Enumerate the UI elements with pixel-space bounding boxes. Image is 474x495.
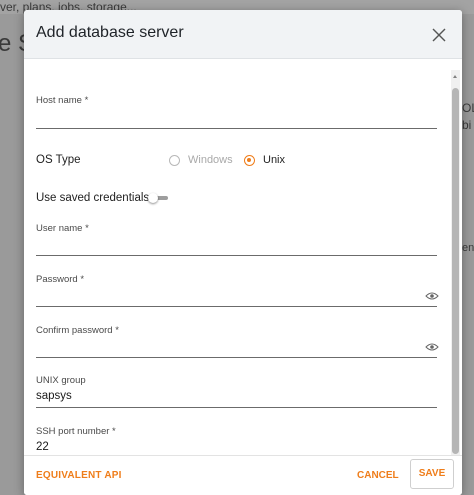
ssh-port-value: 22 (36, 441, 49, 453)
add-database-server-dialog: Add database server Host name * OS Type … (24, 10, 462, 495)
password-label: Password * (36, 274, 85, 285)
saved-credentials-label: Use saved credentials (36, 192, 150, 204)
background-side-text-2: bi (462, 118, 472, 132)
user-name-input[interactable] (36, 255, 437, 256)
cancel-button[interactable]: CANCEL (357, 470, 399, 481)
confirm-password-label: Confirm password * (36, 325, 119, 336)
save-button[interactable]: SAVE (410, 459, 454, 489)
dialog-footer: EQUIVALENT API CANCEL SAVE (24, 455, 462, 495)
host-name-input[interactable] (36, 128, 437, 129)
unix-group-value: sapsys (36, 390, 72, 402)
os-unix-radio[interactable] (244, 155, 255, 166)
scroll-up-arrow-icon[interactable] (451, 70, 460, 84)
background-side-text: OL bi (462, 100, 474, 134)
unix-group-input[interactable] (36, 407, 437, 408)
host-name-label: Host name * (36, 95, 89, 106)
scrollbar-thumb[interactable] (452, 88, 459, 454)
unix-group-label: UNIX group (36, 375, 86, 386)
equivalent-api-link[interactable]: EQUIVALENT API (36, 470, 122, 481)
os-unix-label: Unix (263, 154, 286, 166)
eye-icon[interactable] (425, 291, 439, 301)
os-windows-radio[interactable] (169, 155, 180, 166)
eye-icon[interactable] (425, 342, 439, 352)
close-icon (432, 28, 446, 42)
user-name-label: User name * (36, 223, 89, 234)
os-type-label: OS Type (36, 154, 81, 166)
close-button[interactable] (428, 24, 450, 46)
saved-credentials-toggle[interactable] (148, 193, 170, 203)
dialog-body: Host name * OS Type Windows Unix Use sav… (24, 59, 462, 459)
background-side-text-3: en (462, 242, 474, 254)
dialog-title: Add database server (36, 24, 184, 41)
ssh-port-label: SSH port number * (36, 426, 116, 437)
background-side-text-1: OL (462, 101, 474, 115)
password-input[interactable] (36, 306, 437, 307)
confirm-password-input[interactable] (36, 357, 437, 358)
toggle-knob (148, 193, 158, 203)
dialog-scrollbar[interactable] (451, 70, 460, 455)
dialog-header: Add database server (24, 10, 462, 59)
os-windows-label: Windows (188, 154, 233, 166)
